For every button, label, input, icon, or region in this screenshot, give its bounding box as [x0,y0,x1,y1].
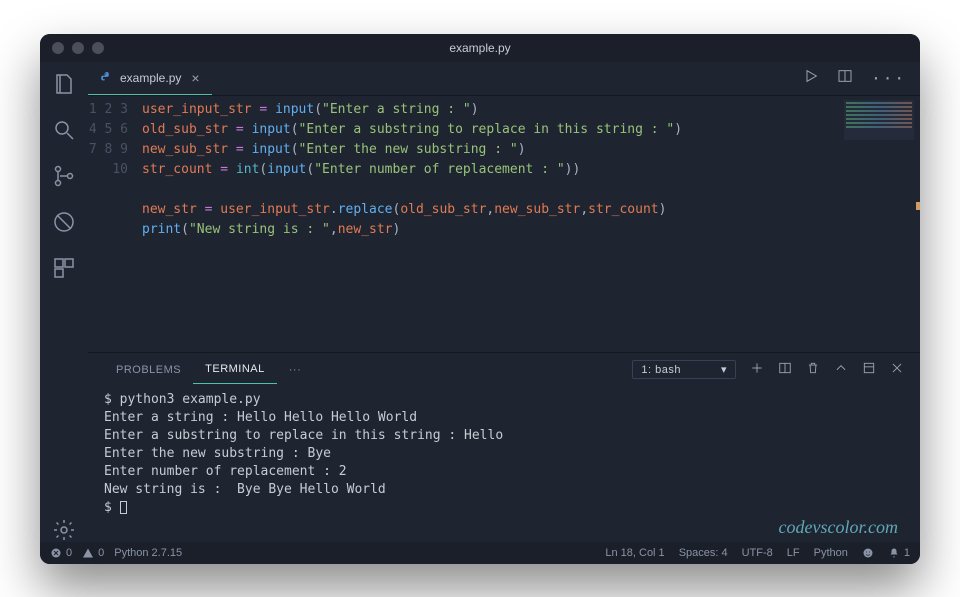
collapse-panel-icon[interactable] [834,361,848,378]
kill-terminal-icon[interactable] [806,361,820,378]
split-editor-icon[interactable] [837,68,853,88]
status-indent[interactable]: Spaces: 4 [679,547,728,559]
workbench: example.py × ··· 1 2 3 4 5 6 7 8 9 10 us… [40,62,920,542]
extensions-icon[interactable] [52,256,76,280]
window-title: example.py [40,41,920,55]
settings-gear-icon[interactable] [52,518,76,542]
watermark: codevscolor.com [779,517,898,538]
status-python-version[interactable]: Python 2.7.15 [114,547,182,559]
panel-tab-bar: PROBLEMS TERMINAL ··· 1: bash▾ [88,353,920,387]
python-file-icon [100,71,114,85]
status-notifications[interactable]: 1 [888,547,910,559]
editor-group: example.py × ··· 1 2 3 4 5 6 7 8 9 10 us… [88,62,920,542]
debug-icon[interactable] [52,210,76,234]
status-cursor-position[interactable]: Ln 18, Col 1 [605,547,664,559]
panel-toolbar: 1: bash▾ [632,360,904,379]
panel-tab-problems[interactable]: PROBLEMS [104,364,193,376]
minimap[interactable] [844,100,914,140]
source-control-icon[interactable] [52,164,76,188]
search-icon[interactable] [52,118,76,142]
status-language[interactable]: Python [814,547,848,559]
status-errors[interactable]: 0 [50,547,72,559]
run-icon[interactable] [803,68,819,88]
bottom-panel: PROBLEMS TERMINAL ··· 1: bash▾ $ python3… [88,352,920,542]
split-terminal-icon[interactable] [778,361,792,378]
tab-label: example.py [120,71,181,85]
code-content: user_input_str = input("Enter a string :… [142,100,920,352]
tab-bar: example.py × ··· [88,62,920,96]
terminal-cursor [120,501,127,514]
status-encoding[interactable]: UTF-8 [742,547,773,559]
code-editor[interactable]: 1 2 3 4 5 6 7 8 9 10 user_input_str = in… [88,96,920,352]
status-bar: 0 0 Python 2.7.15 Ln 18, Col 1 Spaces: 4… [40,542,920,564]
activity-bar [40,62,88,542]
editor-window: example.py example.py × ··· [40,34,920,564]
maximize-panel-icon[interactable] [862,361,876,378]
terminal-selector[interactable]: 1: bash▾ [632,360,736,379]
warning-icon [82,547,94,559]
close-panel-icon[interactable] [890,361,904,378]
panel-tab-terminal[interactable]: TERMINAL [193,363,277,384]
title-bar: example.py [40,34,920,62]
status-feedback-icon[interactable] [862,547,874,559]
tab-close-icon[interactable]: × [191,70,199,86]
error-icon [50,547,62,559]
editor-toolbar: ··· [803,62,920,95]
explorer-icon[interactable] [52,72,76,96]
panel-tab-more[interactable]: ··· [277,364,314,376]
status-eol[interactable]: LF [787,547,800,559]
status-warnings[interactable]: 0 [82,547,104,559]
tab-example-py[interactable]: example.py × [88,62,212,95]
line-gutter: 1 2 3 4 5 6 7 8 9 10 [88,100,142,352]
more-actions-icon[interactable]: ··· [871,69,906,88]
overview-ruler-marker [916,202,920,210]
new-terminal-icon[interactable] [750,361,764,378]
bell-icon [888,547,900,559]
